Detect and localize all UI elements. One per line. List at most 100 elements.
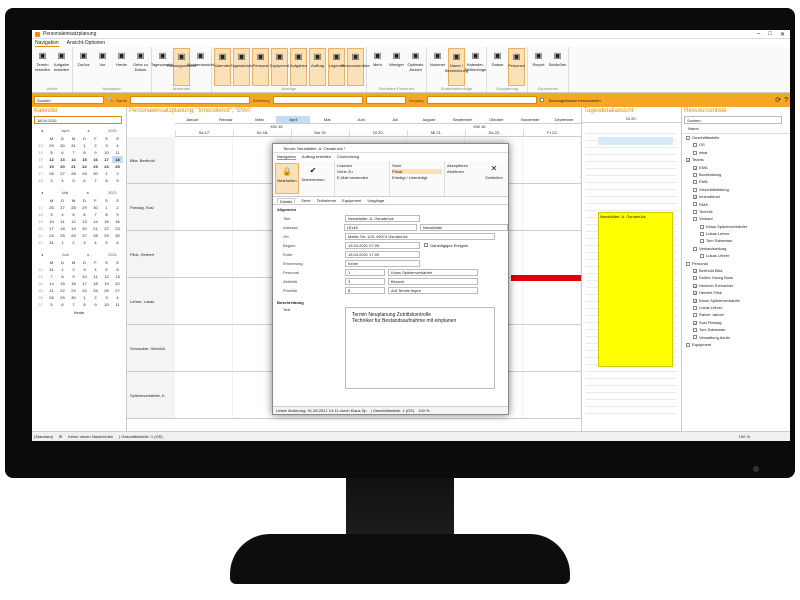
resource-checkbox[interactable] — [693, 150, 697, 155]
calendar-day[interactable]: 9 — [112, 177, 123, 184]
month-tab[interactable]: April — [276, 116, 311, 123]
ribbon-button[interactable]: ▣ Personal — [252, 48, 269, 86]
prev-month-icon[interactable]: ◂ — [41, 128, 43, 133]
calendar-day[interactable]: 29 — [57, 294, 68, 301]
calendar-day[interactable]: 23 — [90, 163, 101, 170]
resource-tree-item[interactable]: Geschäftsstelle — [686, 134, 790, 141]
calendar-day[interactable]: 8 — [101, 177, 112, 184]
calendar-day[interactable]: 2 — [90, 294, 101, 301]
month-name[interactable]: April — [61, 128, 69, 133]
resource-checkbox[interactable] — [693, 298, 697, 303]
resource-checkbox[interactable] — [693, 276, 697, 281]
resource-row-header[interactable]: Schrauber, Heinrich — [127, 325, 175, 372]
dialog-tab[interactable]: Teilnehmer — [317, 198, 337, 203]
calendar-day[interactable]: 7 — [68, 149, 79, 156]
month-tab[interactable]: September — [446, 116, 480, 123]
calendar-day[interactable]: 14 — [68, 156, 79, 163]
calendar-day[interactable]: 10 — [101, 149, 112, 156]
process-filter[interactable] — [426, 96, 537, 104]
resource-tree-item[interactable]: Lukas Lehrer — [686, 252, 790, 259]
resource-checkbox[interactable] — [693, 313, 697, 318]
calendar-day[interactable]: 30 — [68, 294, 79, 301]
resource-checkbox[interactable] — [693, 202, 697, 207]
calendar-day[interactable]: 24 — [79, 287, 90, 294]
resource-tree-item[interactable]: Heinrich Schrauber — [686, 282, 790, 289]
calendar-day[interactable]: 17 — [46, 225, 57, 232]
resource-tree-item[interactable]: OS — [686, 141, 790, 148]
reject-button[interactable]: Ablehnen — [447, 169, 483, 174]
calendar-day[interactable]: 4 — [57, 177, 68, 184]
calendar-day[interactable]: 1 — [57, 239, 68, 246]
calendar-day[interactable]: 29 — [46, 142, 57, 149]
ribbon-button[interactable]: ▣ Schließen — [549, 48, 567, 86]
calendar-day[interactable]: 24 — [101, 163, 112, 170]
resource-checkbox[interactable] — [693, 172, 697, 177]
calendar-day[interactable]: 12 — [68, 218, 79, 225]
calendar-day[interactable]: 6 — [112, 239, 123, 246]
resource-tree-item[interactable]: Teams — [686, 156, 790, 163]
calendar-day[interactable]: 27 — [112, 287, 123, 294]
resource-row-header[interactable]: Flink, Herbert — [127, 231, 175, 278]
calendar-day[interactable]: 21 — [90, 225, 101, 232]
ribbon-button[interactable]: ▣ Equipment — [270, 48, 289, 86]
resource-tree-item[interactable]: Klaus Spitzenverkäufer — [686, 297, 790, 304]
prev-month-icon[interactable]: ◂ — [41, 190, 43, 195]
month-name[interactable]: Mai — [62, 190, 68, 195]
month-tab[interactable]: Dezember — [547, 116, 581, 123]
calendar-day[interactable]: 10 — [101, 301, 112, 308]
calendar-day[interactable]: 4 — [90, 239, 101, 246]
next-month-icon[interactable]: ▸ — [87, 252, 89, 257]
calendar-day[interactable]: 31 — [46, 266, 57, 273]
calendar-day[interactable]: 27 — [57, 204, 68, 211]
calendar-day[interactable]: 14 — [46, 280, 57, 287]
resource-tree-item[interactable]: Verkaufsleitung — [686, 245, 790, 252]
calendar-day[interactable]: 31 — [68, 142, 79, 149]
calendar-day[interactable]: 30 — [90, 204, 101, 211]
resources-search[interactable]: Suchen — [684, 116, 782, 124]
menu-navigation[interactable]: Navigation — [35, 40, 59, 47]
calendar-day[interactable]: 26 — [46, 170, 57, 177]
calendar-day[interactable]: 2 — [68, 266, 79, 273]
resource-row-header[interactable]: Spitzenverkäufer, K. — [127, 372, 175, 419]
calendar-day[interactable]: 25 — [57, 232, 68, 239]
field-value[interactable]: Meller Str. 125, 49074 Osnabrück — [345, 232, 495, 240]
allday-checkbox[interactable] — [424, 243, 428, 247]
calendar-day[interactable]: 13 — [79, 218, 90, 225]
calendar-day[interactable]: 1 — [79, 142, 90, 149]
field-value[interactable]: 3 — [345, 277, 385, 285]
close-icon[interactable]: ✕ — [780, 31, 785, 38]
ribbon-button[interactable]: ▣ Datum — [489, 48, 506, 86]
resource-tree-item[interactable]: Verwaltung Azubi — [686, 334, 790, 341]
calendar-day[interactable]: 2 — [68, 239, 79, 246]
calendar-day[interactable]: 30 — [90, 170, 101, 177]
month-tab[interactable]: Januar — [175, 116, 209, 123]
calendar-day[interactable]: 28 — [46, 294, 57, 301]
calendar-day[interactable]: 29 — [79, 204, 90, 211]
month-tab[interactable]: Juli — [378, 116, 412, 123]
calendar-day[interactable]: 9 — [112, 211, 123, 218]
resource-tree-item[interactable]: EMA — [686, 178, 790, 185]
calendar-day[interactable]: 9 — [90, 301, 101, 308]
refresh-icon[interactable]: ⟳ — [775, 96, 781, 104]
calendar-day[interactable]: 9 — [90, 149, 101, 156]
dayview-appointment[interactable]: Neustädter, A. Osnabrück — [598, 212, 673, 367]
month-tab[interactable]: Juni — [344, 116, 378, 123]
calendar-day[interactable]: 10 — [79, 273, 90, 280]
calendar-day[interactable]: 15 — [101, 218, 112, 225]
email-action[interactable]: E-Mail versenden — [337, 175, 387, 180]
ribbon-button[interactable]: ▣ Kalender — [214, 48, 231, 86]
calendar-day[interactable]: 19 — [68, 225, 79, 232]
calendar-day[interactable]: 5 — [46, 301, 57, 308]
calendar-day[interactable]: 3 — [101, 142, 112, 149]
calendar-day[interactable]: 16 — [112, 218, 123, 225]
resource-tree-item[interactable]: Lukas Lehrer — [686, 304, 790, 311]
menu-view-options[interactable]: Ansicht-Optionen — [67, 40, 105, 46]
calendar-day[interactable]: 29 — [79, 170, 90, 177]
resource-checkbox[interactable] — [693, 143, 697, 148]
calendar-day[interactable]: 19 — [46, 163, 57, 170]
calendar-day[interactable]: 28 — [68, 204, 79, 211]
calendar-day[interactable]: 11 — [112, 301, 123, 308]
calendar-day[interactable]: 6 — [79, 177, 90, 184]
calendar-day[interactable]: 6 — [112, 266, 123, 273]
prev-month-icon[interactable]: ◂ — [41, 252, 43, 257]
